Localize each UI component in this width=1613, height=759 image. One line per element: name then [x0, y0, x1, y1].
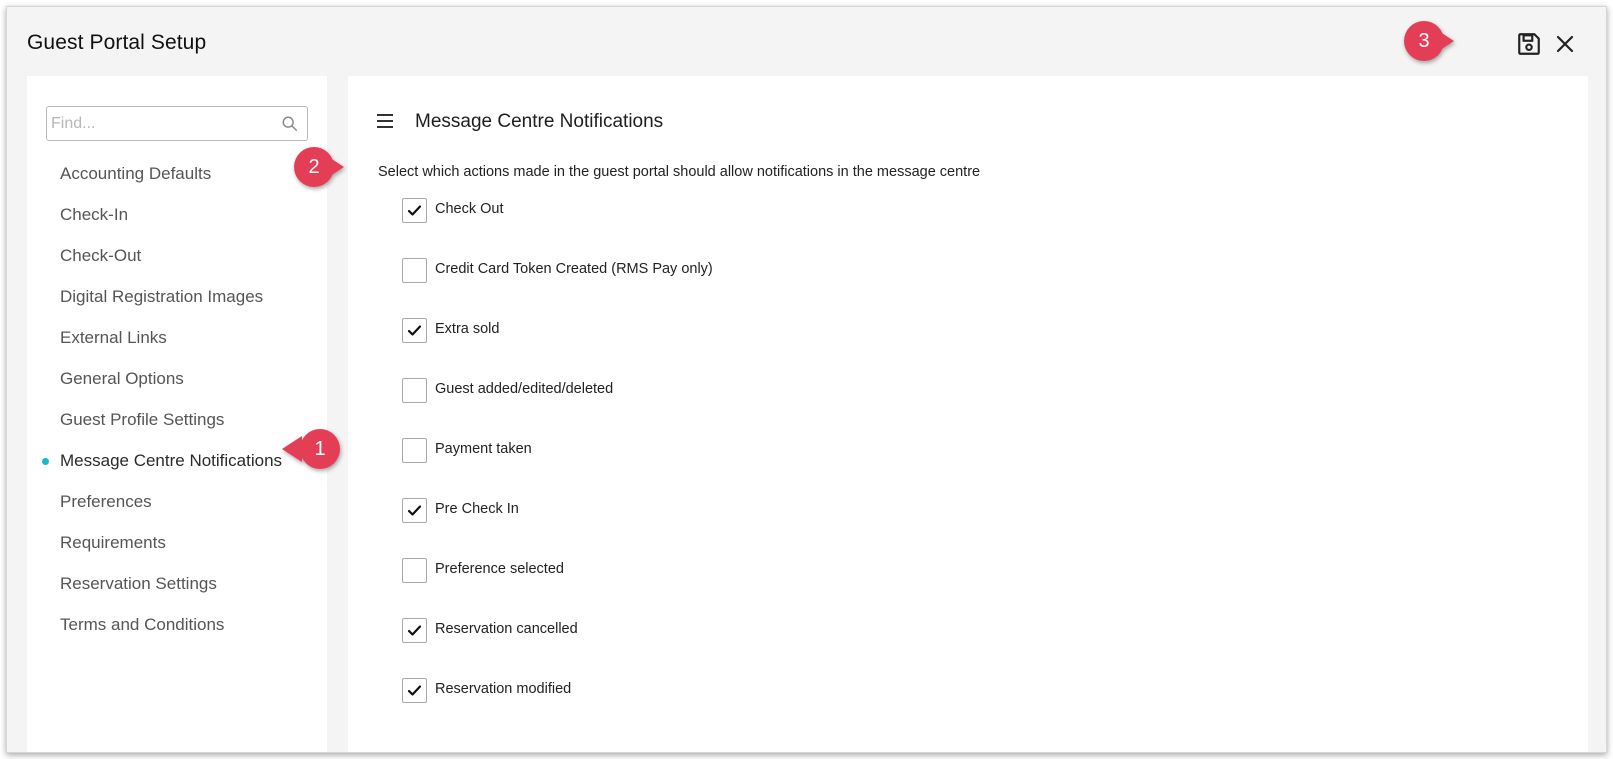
sidebar-item-label: Terms and Conditions — [60, 615, 225, 634]
sidebar-item-guest-profile-settings[interactable]: Guest Profile Settings — [27, 399, 327, 440]
option-checkbox[interactable] — [402, 438, 427, 463]
callout-2: 2 — [294, 147, 346, 187]
checkmark-icon — [408, 505, 421, 516]
sidebar-item-reservation-settings[interactable]: Reservation Settings — [27, 563, 327, 604]
search-input[interactable] — [51, 111, 271, 136]
callout-3: 3 — [1404, 21, 1456, 61]
sidebar-item-general-options[interactable]: General Options — [27, 358, 327, 399]
option-checkbox[interactable] — [402, 498, 427, 523]
checkmark-icon — [408, 625, 421, 636]
checkmark-icon — [408, 325, 421, 336]
sidebar-item-label: External Links — [60, 328, 167, 347]
sidebar-item-check-out[interactable]: Check-Out — [27, 235, 327, 276]
sidebar-item-label: Accounting Defaults — [60, 164, 212, 183]
option-checkbox[interactable] — [402, 378, 427, 403]
sidebar-item-digital-registration-images[interactable]: Digital Registration Images — [27, 276, 327, 317]
checkmark-icon — [408, 685, 421, 696]
sidebar-item-label: Digital Registration Images — [60, 287, 264, 306]
callout-pointer — [282, 436, 302, 462]
option-checkbox[interactable] — [402, 198, 427, 223]
sidebar-nav: Accounting Defaults Check-In Check-Out D… — [27, 153, 327, 645]
hamburger-icon[interactable] — [377, 114, 393, 128]
option-label: Guest added/edited/deleted — [435, 381, 614, 397]
dialog-title: Guest Portal Setup — [27, 31, 207, 54]
option-label: Credit Card Token Created (RMS Pay only) — [435, 261, 713, 277]
sidebar-item-label: Message Centre Notifications — [60, 451, 283, 470]
main-content: Message Centre Notifications Select whic… — [348, 76, 1588, 752]
option-label: Pre Check In — [435, 501, 519, 517]
sidebar: Accounting Defaults Check-In Check-Out D… — [27, 76, 327, 752]
sidebar-item-preferences[interactable]: Preferences — [27, 481, 327, 522]
sidebar-item-label: Requirements — [60, 533, 166, 552]
sidebar-item-requirements[interactable]: Requirements — [27, 522, 327, 563]
section-title: Message Centre Notifications — [415, 111, 664, 132]
sidebar-item-label: Check-Out — [60, 246, 142, 265]
save-button[interactable] — [1516, 31, 1542, 57]
guest-portal-setup-dialog: Guest Portal Setup Accounting Defaults C… — [6, 6, 1607, 753]
sidebar-item-label: Preferences — [60, 492, 152, 511]
callout-number: 1 — [300, 429, 340, 469]
sidebar-item-check-in[interactable]: Check-In — [27, 194, 327, 235]
option-checkbox[interactable] — [402, 318, 427, 343]
sidebar-item-label: Reservation Settings — [60, 574, 217, 593]
option-checkbox[interactable] — [402, 558, 427, 583]
active-indicator-dot — [42, 458, 49, 465]
save-icon — [1518, 33, 1540, 55]
option-checkbox[interactable] — [402, 678, 427, 703]
search-icon[interactable] — [281, 115, 299, 133]
option-label: Reservation modified — [435, 681, 572, 697]
sidebar-item-label: Guest Profile Settings — [60, 410, 225, 429]
sidebar-item-accounting-defaults[interactable]: Accounting Defaults — [27, 153, 327, 194]
sidebar-item-label: General Options — [60, 369, 184, 388]
close-button[interactable] — [1553, 32, 1577, 56]
sidebar-item-external-links[interactable]: External Links — [27, 317, 327, 358]
option-checkbox[interactable] — [402, 618, 427, 643]
callout-pointer — [324, 154, 344, 180]
search-box[interactable] — [46, 106, 308, 141]
close-icon — [1556, 35, 1574, 53]
sidebar-item-terms-and-conditions[interactable]: Terms and Conditions — [27, 604, 327, 645]
callout-pointer — [1434, 28, 1454, 54]
option-label: Check Out — [435, 201, 504, 217]
option-label: Extra sold — [435, 321, 500, 337]
checkmark-icon — [408, 205, 421, 216]
option-checkbox[interactable] — [402, 258, 427, 283]
sidebar-item-label: Check-In — [60, 205, 129, 224]
option-label: Payment taken — [435, 441, 532, 457]
section-description: Select which actions made in the guest p… — [378, 164, 981, 180]
option-label: Preference selected — [435, 561, 564, 577]
callout-1: 1 — [282, 429, 346, 469]
option-label: Reservation cancelled — [435, 621, 578, 637]
